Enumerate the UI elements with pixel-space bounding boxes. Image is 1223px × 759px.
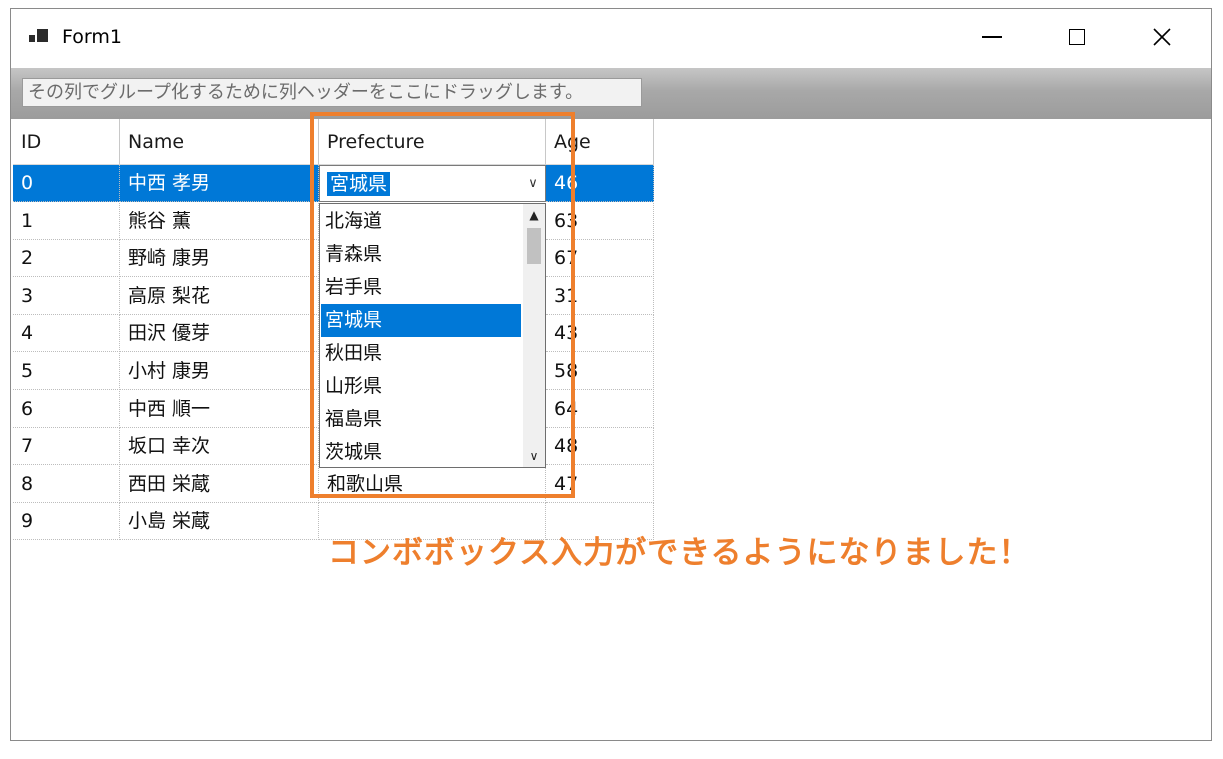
dropdown-option[interactable]: 岩手県 — [321, 271, 521, 304]
group-panel[interactable]: その列でグループ化するために列ヘッダーをここにドラッグします。 — [11, 68, 1211, 119]
column-header-id[interactable]: ID — [13, 119, 120, 165]
cell-name[interactable]: 西田 栄蔵 — [120, 465, 319, 503]
cell-name[interactable]: 野崎 康男 — [120, 240, 319, 278]
dropdown-option[interactable]: 福島県 — [321, 403, 521, 436]
combobox-value: 宮城県 — [327, 172, 391, 196]
chevron-down-icon[interactable]: ∨ — [521, 166, 545, 201]
window-title: Form1 — [62, 26, 122, 48]
minimize-icon — [982, 36, 1002, 38]
scroll-up-icon[interactable]: ▲ — [523, 204, 545, 226]
cell-id[interactable]: 4 — [13, 315, 120, 353]
scroll-thumb[interactable] — [527, 228, 541, 264]
cell-name[interactable]: 高原 梨花 — [120, 277, 319, 315]
cell-age[interactable]: 58 — [546, 353, 654, 390]
minimize-button[interactable] — [959, 9, 1025, 65]
cell-id[interactable]: 8 — [13, 465, 120, 503]
group-panel-hint: その列でグループ化するために列ヘッダーをここにドラッグします。 — [22, 78, 642, 107]
column-header-age[interactable]: Age — [546, 119, 654, 165]
cell-age[interactable]: 31 — [546, 277, 654, 315]
cell-name[interactable]: 小村 康男 — [120, 353, 319, 390]
cell-name[interactable]: 中西 順一 — [120, 390, 319, 428]
close-icon — [1153, 28, 1171, 46]
cell-prefecture[interactable]: 和歌山県 — [319, 465, 546, 503]
cell-name[interactable]: 坂口 幸次 — [120, 428, 319, 466]
dropdown-option[interactable]: 宮城県 — [321, 304, 521, 337]
dropdown-option[interactable]: 北海道 — [321, 205, 521, 238]
cell-age[interactable]: 63 — [546, 202, 654, 240]
cell-id[interactable]: 2 — [13, 240, 120, 278]
scroll-down-icon[interactable]: ∨ — [523, 445, 545, 467]
dropdown-option[interactable]: 茨城県 — [321, 436, 521, 467]
maximize-icon — [1069, 29, 1085, 45]
cell-id[interactable]: 5 — [13, 353, 120, 390]
cell-name[interactable]: 中西 孝男 — [120, 165, 319, 202]
cell-age[interactable]: 48 — [546, 428, 654, 466]
cell-age[interactable]: 67 — [546, 240, 654, 278]
dropdown-option[interactable]: 秋田県 — [321, 337, 521, 370]
app-window: Form1 その列でグループ化するために列ヘッダーをここにドラッグします。 ID… — [10, 8, 1212, 741]
title-bar[interactable]: Form1 — [11, 9, 1211, 67]
close-button[interactable] — [1129, 9, 1195, 65]
maximize-button[interactable] — [1044, 9, 1110, 65]
cell-id[interactable]: 9 — [13, 503, 120, 541]
cell-age[interactable]: 47 — [546, 465, 654, 503]
cell-id[interactable]: 1 — [13, 202, 120, 240]
column-header-prefecture[interactable]: Prefecture — [319, 119, 546, 165]
cell-id[interactable]: 7 — [13, 428, 120, 466]
cell-id[interactable]: 0 — [13, 165, 120, 202]
column-header-name[interactable]: Name — [120, 119, 319, 165]
annotation-text: コンボボックス入力ができるようになりました！ — [328, 535, 1031, 571]
prefecture-combobox[interactable]: 宮城県 ∨ — [319, 165, 546, 202]
dropdown-option[interactable]: 山形県 — [321, 370, 521, 403]
app-icon — [29, 29, 49, 47]
cell-age[interactable]: 64 — [546, 390, 654, 428]
cell-name[interactable]: 小島 栄蔵 — [120, 503, 319, 541]
dropdown-option[interactable]: 青森県 — [321, 238, 521, 271]
prefecture-dropdown-list[interactable]: 北海道 青森県 岩手県 宮城県 秋田県 山形県 福島県 茨城県 ▲ ∨ — [319, 203, 546, 468]
cell-age[interactable]: 43 — [546, 315, 654, 353]
dropdown-scrollbar[interactable]: ▲ ∨ — [523, 204, 545, 467]
cell-age[interactable]: 46 — [546, 165, 654, 202]
cell-name[interactable]: 熊谷 薫 — [120, 202, 319, 240]
cell-id[interactable]: 3 — [13, 277, 120, 315]
cell-name[interactable]: 田沢 優芽 — [120, 315, 319, 353]
table-row[interactable]: 8 西田 栄蔵 和歌山県 47 — [13, 465, 654, 503]
cell-id[interactable]: 6 — [13, 390, 120, 428]
